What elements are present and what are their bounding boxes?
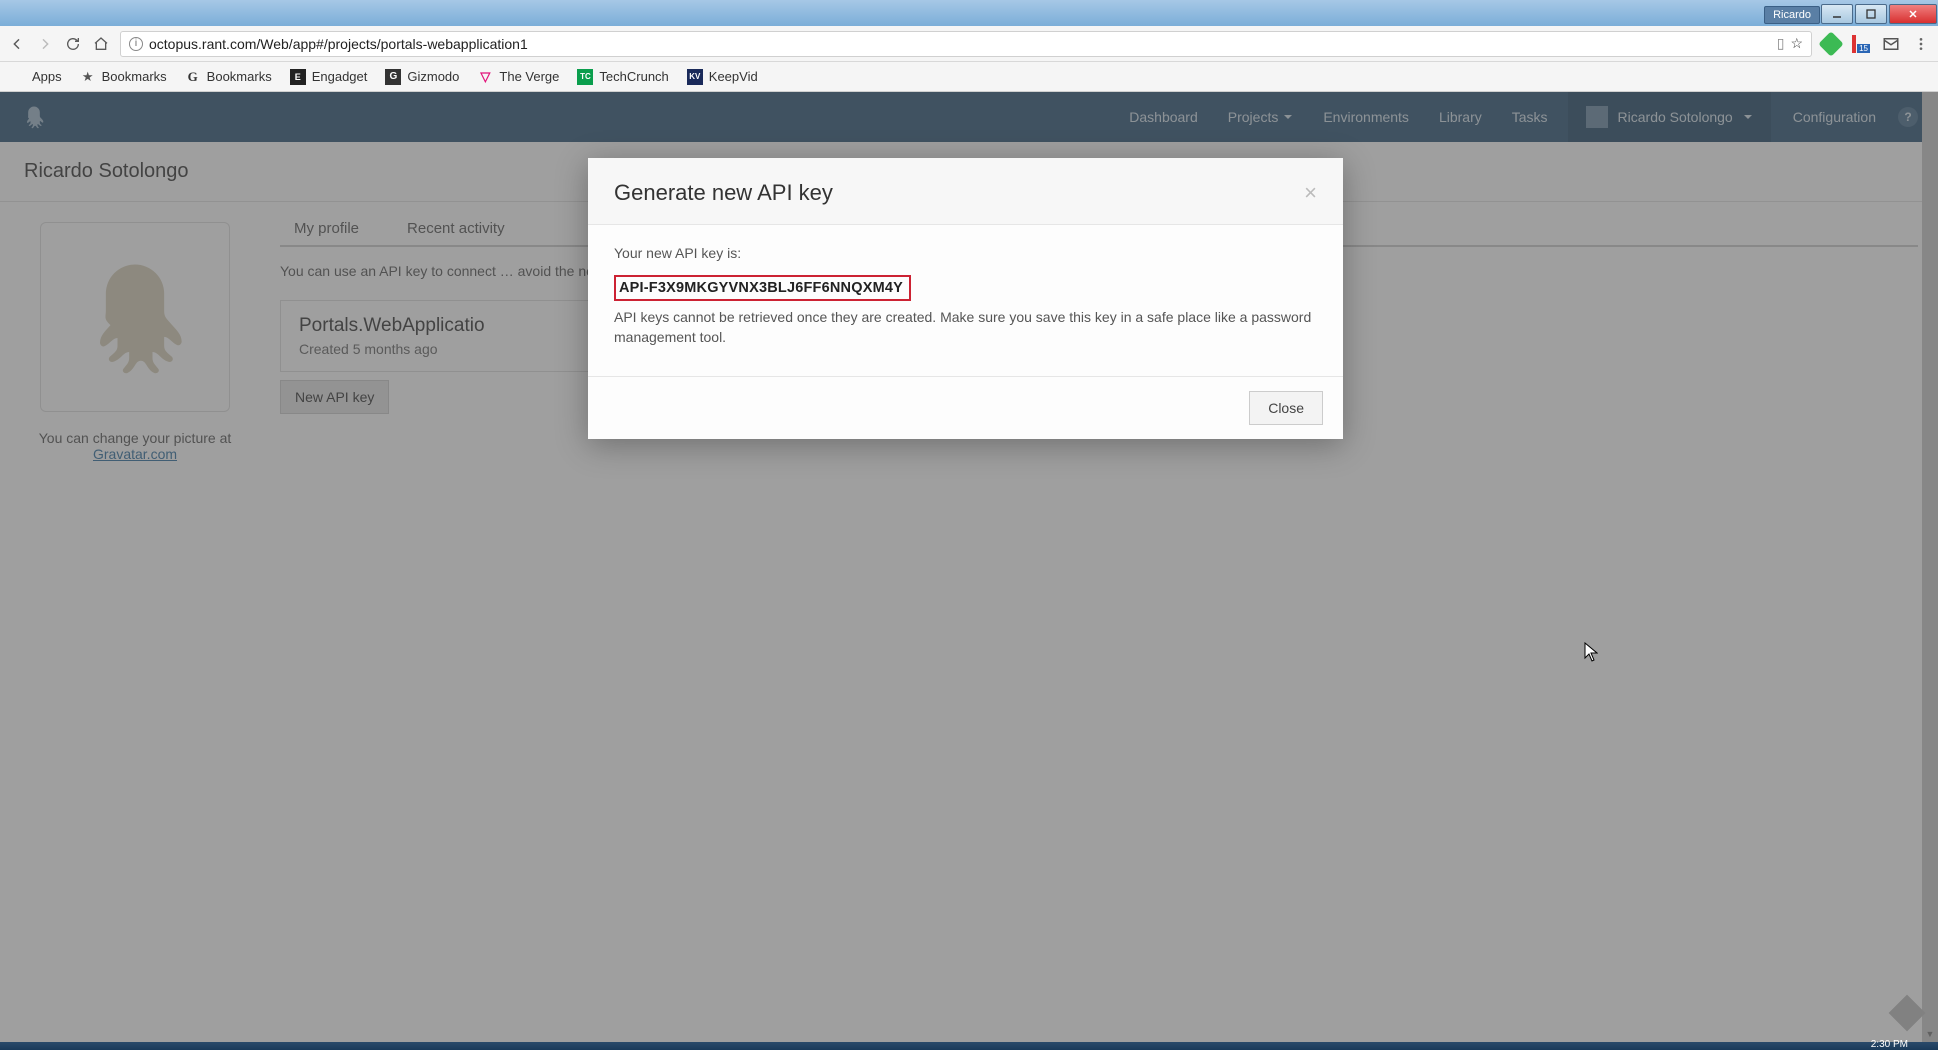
google-g-icon: G: [185, 69, 201, 85]
browser-menu-icon[interactable]: [1912, 35, 1930, 53]
modal-close-icon[interactable]: ×: [1304, 180, 1317, 206]
bookmark-techcrunch[interactable]: TCTechCrunch: [577, 69, 668, 85]
translate-icon[interactable]: ▯: [1777, 35, 1785, 52]
windows-taskbar[interactable]: [0, 1042, 1938, 1050]
mail-icon[interactable]: [1882, 35, 1900, 53]
star-icon: ★: [80, 69, 96, 85]
home-button[interactable]: [92, 35, 110, 53]
techcrunch-icon: TC: [577, 69, 593, 85]
reload-button[interactable]: [64, 35, 82, 53]
api-key-value: API-F3X9MKGYVNX3BLJ6FF6NNQXM4Y: [614, 275, 911, 301]
browser-toolbar: i ▯ ☆: [0, 26, 1938, 62]
bookmark-star-icon[interactable]: ☆: [1790, 35, 1803, 52]
generate-api-key-modal: Generate new API key × Your new API key …: [588, 158, 1343, 439]
url-input[interactable]: [149, 36, 1771, 52]
bookmark-gizmodo[interactable]: GGizmodo: [385, 69, 459, 85]
apps-label: Apps: [32, 69, 62, 84]
extension-green-icon[interactable]: [1818, 31, 1843, 56]
engadget-icon: E: [290, 69, 306, 85]
modal-body: Your new API key is: API-F3X9MKGYVNX3BLJ…: [588, 225, 1343, 376]
window-titlebar: My profile - Octopus Dep × Ricardo: [0, 0, 1938, 26]
windows-user-badge[interactable]: Ricardo: [1764, 6, 1820, 24]
system-clock: 2:30 PM: [1871, 1039, 1908, 1050]
window-close-button[interactable]: [1889, 4, 1937, 24]
window-minimize-button[interactable]: [1821, 4, 1853, 24]
bookmark-keepvid[interactable]: KVKeepVid: [687, 69, 758, 85]
keepvid-icon: KV: [687, 69, 703, 85]
forward-button[interactable]: [36, 35, 54, 53]
app-viewport: Dashboard Projects Environments Library …: [0, 92, 1938, 1050]
bookmark-verge[interactable]: ▽The Verge: [477, 69, 559, 85]
bookmark-engadget[interactable]: EEngadget: [290, 69, 368, 85]
modal-header: Generate new API key ×: [588, 158, 1343, 225]
modal-footer: Close: [588, 376, 1343, 439]
apps-grid-icon: [10, 69, 26, 85]
modal-title: Generate new API key: [614, 180, 833, 206]
bookmark-bookmarks-1[interactable]: ★Bookmarks: [80, 69, 167, 85]
api-key-note: API keys cannot be retrieved once they a…: [614, 307, 1317, 348]
apps-shortcut[interactable]: Apps: [10, 69, 62, 85]
address-bar[interactable]: i ▯ ☆: [120, 31, 1812, 57]
api-key-label: Your new API key is:: [614, 245, 1317, 261]
site-info-icon[interactable]: i: [129, 37, 143, 51]
bookmarks-bar: Apps ★Bookmarks GBookmarks EEngadget GGi…: [0, 62, 1938, 92]
gizmodo-icon: G: [385, 69, 401, 85]
modal-close-button[interactable]: Close: [1249, 391, 1323, 425]
mouse-cursor-icon: [1584, 642, 1598, 662]
extension-flag-icon[interactable]: [1852, 35, 1870, 53]
window-maximize-button[interactable]: [1855, 4, 1887, 24]
verge-icon: ▽: [477, 69, 493, 85]
back-button[interactable]: [8, 35, 26, 53]
bookmark-bookmarks-2[interactable]: GBookmarks: [185, 69, 272, 85]
